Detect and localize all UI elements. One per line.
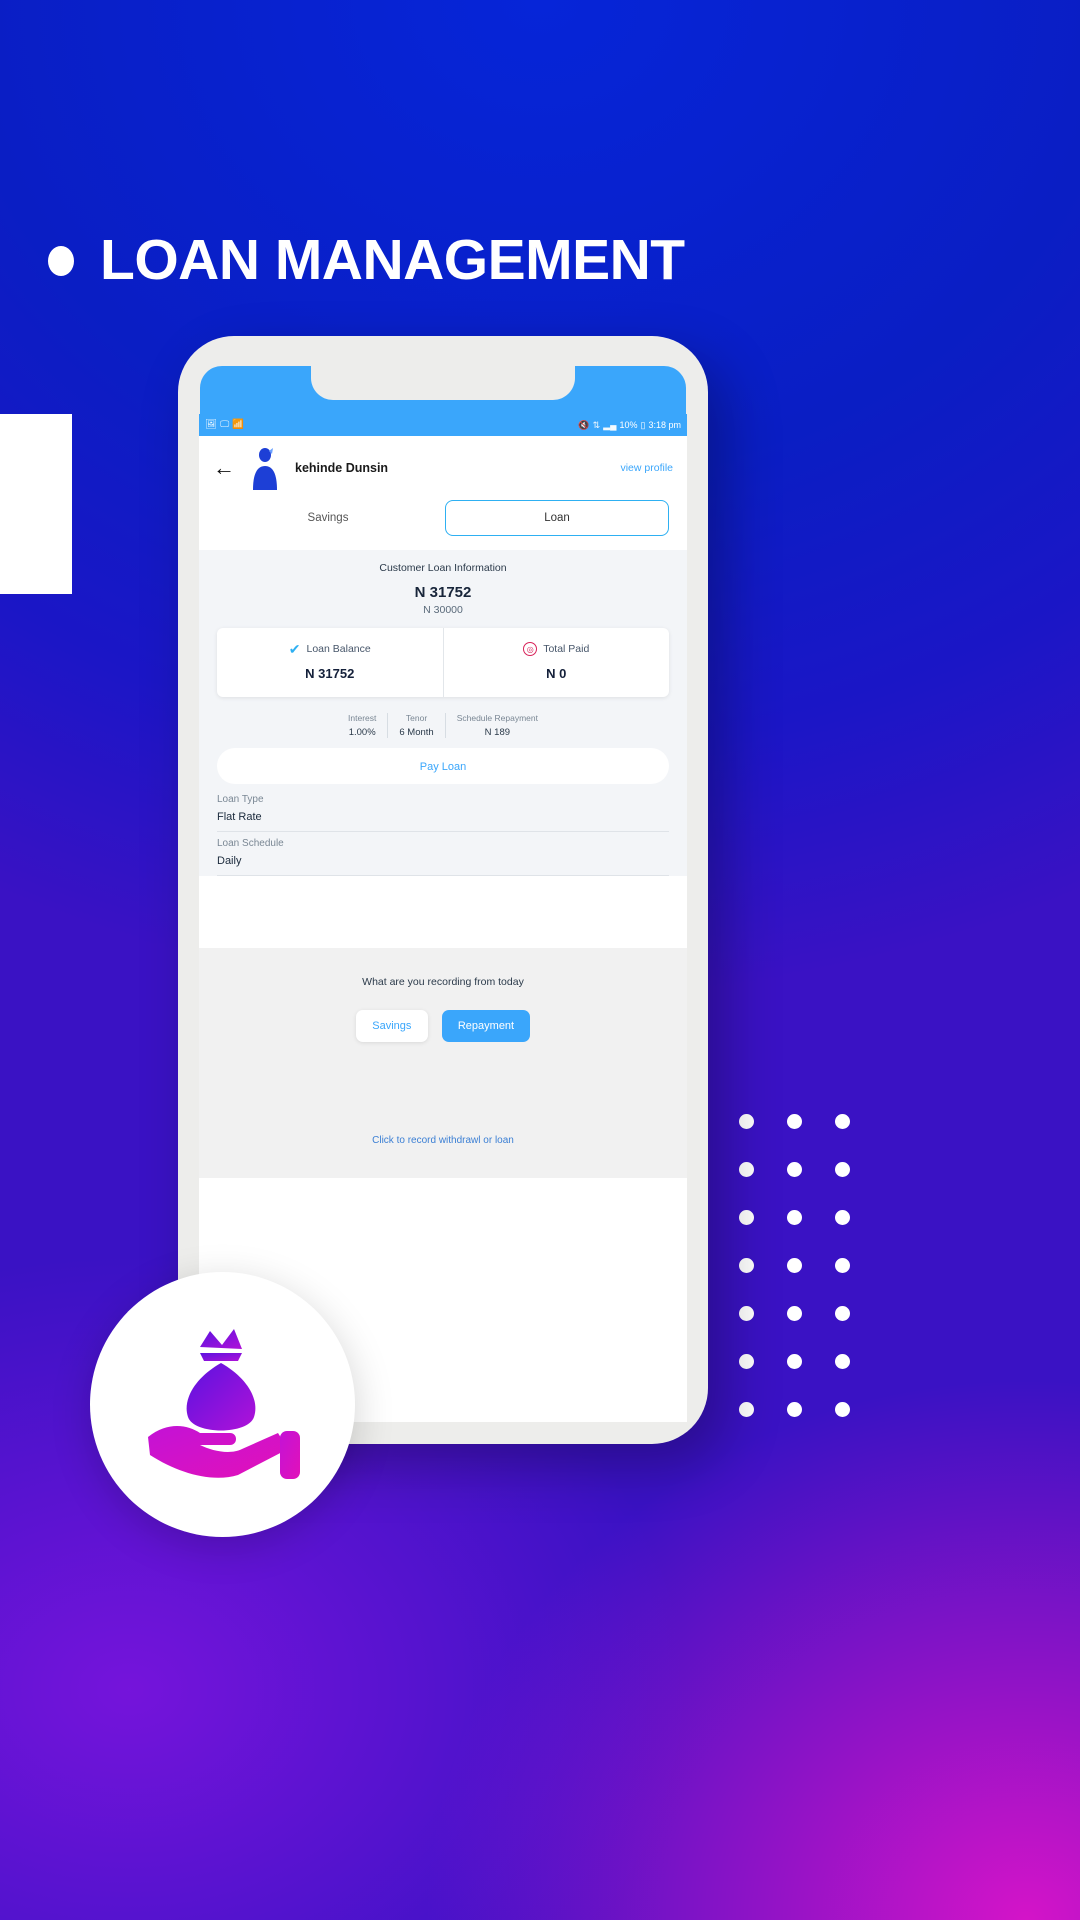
- battery-percent: 10%: [619, 420, 638, 430]
- grid-dot: [834, 1306, 850, 1321]
- loan-balance-value: N 31752: [305, 666, 355, 681]
- app-screen: 🖼 🖵 📶 🔇 ⇅ ▂▄ 10% ▯ 3:18 pm ← kehinde Dun…: [199, 414, 687, 1422]
- meta-interest-value: 1.00%: [348, 727, 376, 738]
- status-bar-right: 🔇 ⇅ ▂▄ 10% ▯ 3:18 pm: [578, 420, 681, 430]
- wifi-icon: 📶: [232, 419, 245, 431]
- loan-schedule-value: Daily: [217, 855, 242, 867]
- recording-section: What are you recording from today Saving…: [199, 948, 687, 1068]
- grid-dot: [786, 1114, 802, 1129]
- recording-buttons: Savings Repayment: [199, 1010, 687, 1042]
- loan-panel-spacer: [199, 876, 687, 948]
- clock: 3:18 pm: [648, 420, 681, 430]
- grid-dot: [786, 1258, 802, 1273]
- loan-balance-cell: ✔ Loan Balance N 31752: [217, 628, 443, 697]
- meta-tenor-value: 6 Month: [399, 727, 434, 738]
- grid-dot: [738, 1210, 754, 1225]
- balance-card: ✔ Loan Balance N 31752 ◎ Total Paid N 0: [217, 628, 669, 697]
- field-loan-schedule: Loan Schedule Daily: [217, 832, 669, 876]
- grid-dot: [834, 1402, 850, 1417]
- total-paid-header: ◎ Total Paid: [450, 642, 664, 656]
- meta-interest: Interest 1.00%: [337, 713, 387, 738]
- status-bar: 🖼 🖵 📶 🔇 ⇅ ▂▄ 10% ▯ 3:18 pm: [199, 414, 687, 436]
- grid-dot: [834, 1354, 850, 1369]
- customer-name: kehinde Dunsin: [295, 461, 389, 475]
- loan-panel: Customer Loan Information N 31752 N 3000…: [199, 550, 687, 948]
- loan-section-title: Customer Loan Information: [379, 562, 507, 574]
- mute-icon: 🔇: [578, 419, 590, 430]
- grid-dot: [738, 1402, 754, 1417]
- image-icon: 🖼: [205, 419, 218, 431]
- grid-dot: [786, 1402, 802, 1417]
- loan-detail-fields: Loan Type Flat Rate Loan Schedule Daily: [199, 784, 687, 876]
- tab-savings[interactable]: Savings: [217, 501, 439, 535]
- total-paid-cell: ◎ Total Paid N 0: [442, 628, 670, 697]
- grid-dot: [834, 1114, 850, 1129]
- record-savings-button[interactable]: Savings: [355, 1010, 428, 1042]
- loan-balance-header: ✔ Loan Balance: [223, 642, 437, 656]
- record-repayment-button[interactable]: Repayment: [441, 1010, 531, 1042]
- grid-dot: [834, 1258, 850, 1273]
- feature-badge: [90, 1272, 355, 1537]
- grid-dot: [738, 1354, 754, 1369]
- loan-type-value: Flat Rate: [217, 811, 262, 823]
- grid-dot: [738, 1114, 754, 1129]
- decorative-white-square: [0, 414, 72, 594]
- grid-dot: [834, 1210, 850, 1225]
- recording-link-row: Click to record withdrawl or loan: [199, 1068, 687, 1178]
- slide-title-row: LOAN MANAGEMENT: [48, 232, 685, 289]
- loan-schedule-label: Loan Schedule: [217, 838, 284, 849]
- meta-schedule-value: N 189: [484, 727, 511, 738]
- signal-icon: ▂▄: [603, 419, 617, 430]
- app-bar: ← kehinde Dunsin view profile: [199, 436, 687, 500]
- pay-loan-row[interactable]: Pay Loan: [217, 748, 669, 784]
- grid-dot: [738, 1162, 754, 1177]
- meta-tenor: Tenor 6 Month: [387, 713, 444, 738]
- battery-icon: ▯: [640, 419, 646, 430]
- sync-icon: ⇅: [592, 419, 601, 430]
- loan-type-label: Loan Type: [217, 794, 264, 805]
- loan-total-amount: N 31752: [414, 584, 472, 601]
- field-loan-type: Loan Type Flat Rate: [217, 788, 669, 832]
- record-withdrawal-link[interactable]: Click to record withdrawl or loan: [372, 1135, 514, 1146]
- tab-loan[interactable]: Loan: [445, 500, 669, 536]
- bullet-icon: [48, 245, 74, 276]
- grid-dot: [786, 1162, 802, 1177]
- monitor-icon: 🖵: [220, 419, 230, 431]
- grid-dot: [786, 1354, 802, 1369]
- page-title: LOAN MANAGEMENT: [100, 228, 685, 292]
- avatar: [245, 446, 285, 490]
- grid-dot: [786, 1306, 802, 1321]
- loan-meta-row: Interest 1.00% Tenor 6 Month Schedule Re…: [199, 713, 687, 738]
- status-bar-left: 🖼 🖵 📶: [205, 420, 244, 430]
- meta-tenor-label: Tenor: [405, 713, 428, 723]
- meta-schedule-repayment: Schedule Repayment N 189: [444, 713, 549, 738]
- grid-dot: [738, 1306, 754, 1321]
- tab-bar: Savings Loan: [199, 500, 687, 550]
- total-paid-label: Total Paid: [543, 643, 590, 655]
- meta-interest-label: Interest: [348, 713, 377, 723]
- loan-balance-label: Loan Balance: [306, 643, 371, 655]
- target-icon: ◎: [523, 642, 538, 656]
- pay-loan-button[interactable]: Pay Loan: [420, 761, 466, 773]
- back-arrow-icon[interactable]: ←: [213, 457, 235, 479]
- phone-notch: [311, 366, 575, 400]
- decorative-dot-grid: [722, 1098, 866, 1434]
- view-profile-link[interactable]: view profile: [620, 462, 673, 474]
- grid-dot: [738, 1258, 754, 1273]
- money-bag-in-hand-icon: [147, 1328, 300, 1479]
- grid-dot: [834, 1162, 850, 1177]
- loan-principal-amount: N 30000: [423, 604, 463, 616]
- grid-dot: [786, 1210, 802, 1225]
- meta-schedule-label: Schedule Repayment: [456, 713, 538, 723]
- total-paid-value: N 0: [546, 666, 567, 681]
- recording-prompt: What are you recording from today: [362, 976, 524, 988]
- check-icon: ✔: [288, 641, 301, 657]
